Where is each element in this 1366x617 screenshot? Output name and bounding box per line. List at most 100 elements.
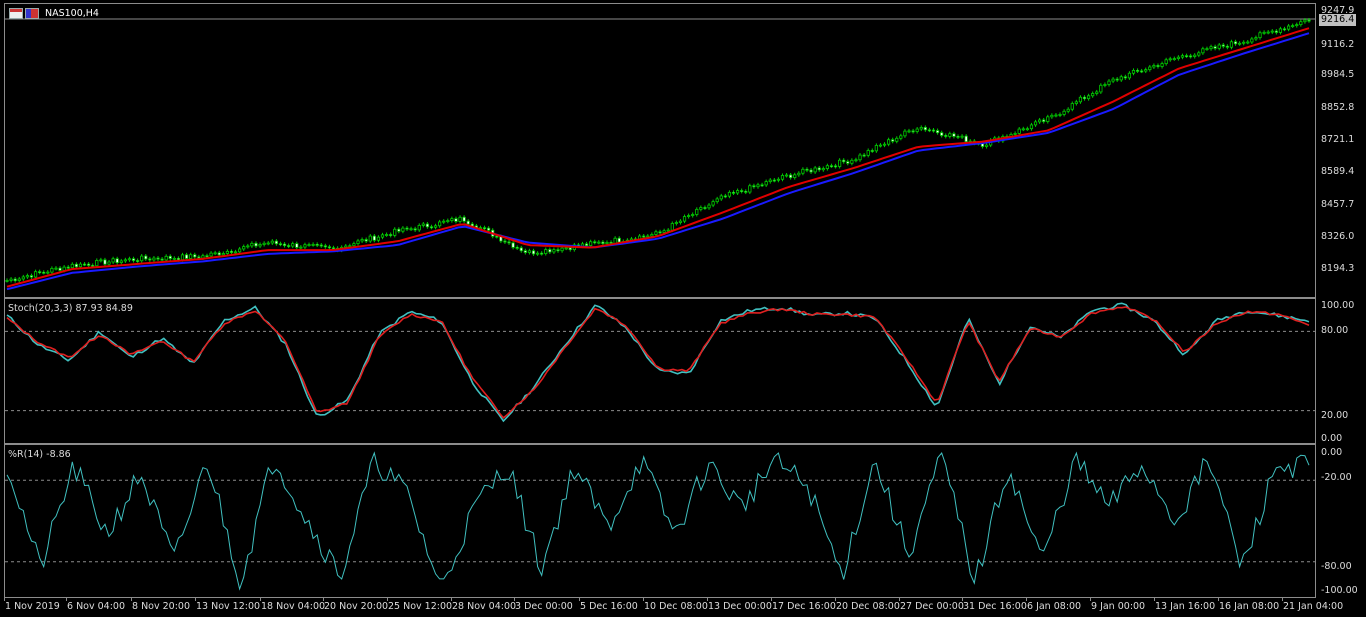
candle-body [1095, 91, 1099, 94]
wr-tick: -20.00 [1321, 472, 1352, 483]
candle-body [882, 143, 887, 146]
candle-body [805, 168, 809, 171]
candle-body [1217, 44, 1221, 49]
candle-body [1070, 103, 1074, 110]
candle-body [846, 161, 850, 164]
candle-body [421, 223, 425, 226]
time-label: 16 Jan 08:00 [1219, 601, 1280, 612]
candle-body [368, 235, 372, 242]
time-label: 31 Dec 16:00 [963, 601, 1027, 612]
time-label: 28 Nov 04:00 [452, 601, 517, 612]
candle-body [389, 234, 393, 236]
main-price-pane[interactable]: NAS100,H4 [4, 3, 1316, 298]
candle-body [935, 130, 940, 134]
candle-body [29, 275, 34, 278]
candle-body [446, 220, 450, 222]
time-label: 25 Nov 12:00 [388, 601, 453, 612]
candle-body [205, 255, 209, 258]
candle-body [160, 258, 164, 261]
candle-body [1074, 101, 1078, 104]
candle-body [348, 245, 352, 248]
chart-window-icons [9, 8, 39, 19]
candle-body [168, 255, 172, 259]
candle-body [891, 139, 895, 142]
stochastic-chart[interactable] [5, 299, 1315, 443]
candle-body [731, 191, 736, 194]
candle-body [258, 244, 262, 247]
candle-body [425, 223, 429, 228]
candle-body [866, 150, 870, 156]
candle-body [360, 239, 364, 242]
candle-body [874, 145, 878, 152]
candle-body [1042, 119, 1046, 122]
price-scale[interactable]: 9247.9 9216.4 9116.2 8984.5 8852.8 8721.… [1317, 3, 1366, 298]
candle-body [1274, 30, 1278, 33]
time-label: 20 Dec 08:00 [836, 601, 900, 612]
candle-body [33, 271, 38, 278]
candle-body [1295, 24, 1299, 27]
candle-body [768, 179, 772, 182]
candle-body [735, 190, 740, 194]
candle-body [878, 144, 883, 147]
candle-body [695, 208, 699, 215]
candle-body [433, 225, 438, 228]
candle-body [1115, 78, 1119, 81]
candle-body [164, 255, 168, 261]
price-tick: 8457.7 [1321, 199, 1355, 210]
candle-body [907, 130, 911, 133]
williams-r-chart[interactable] [5, 445, 1315, 597]
candle-body [646, 235, 650, 238]
candle-body [842, 159, 846, 163]
candle-body [1160, 63, 1164, 67]
williams-r-scale[interactable]: 0.00 -20.00 -80.00 -100.00 [1317, 444, 1366, 598]
candle-body [1038, 119, 1042, 123]
price-chart[interactable] [5, 4, 1315, 297]
candle-body [850, 159, 854, 164]
candle-body [78, 263, 83, 268]
candle-body [858, 154, 862, 161]
time-axis[interactable]: 1 Nov 2019 6 Nov 04:00 8 Nov 20:00 13 Nov 1… [0, 598, 1366, 617]
candle-body [82, 263, 87, 266]
candle-body [931, 129, 936, 132]
time-label: 21 Jan 04:00 [1283, 601, 1344, 612]
candle-body [372, 235, 376, 241]
candle-body [213, 252, 217, 255]
stochastic-pane[interactable]: Stoch(20,3,3) 87.93 84.89 [4, 298, 1316, 444]
candle-body [1021, 128, 1025, 131]
candle-body [1172, 58, 1176, 60]
candle-body [450, 218, 454, 221]
candle-body [1233, 41, 1238, 45]
candle-body [772, 179, 776, 182]
candle-body [515, 246, 519, 249]
candle-body [287, 245, 291, 247]
williams-r-pane[interactable]: %R(14) -8.86 [4, 444, 1316, 598]
candle-body [1266, 31, 1270, 34]
candle-body [1209, 46, 1213, 50]
candle-body [940, 132, 944, 136]
candle-body [176, 257, 181, 261]
candle-body [152, 257, 156, 261]
candle-body [854, 159, 858, 162]
stochastic-scale[interactable]: 100.00 80.00 20.00 0.00 [1317, 298, 1366, 444]
candle-body [221, 253, 225, 256]
candle-body [327, 246, 332, 249]
candle-body [654, 231, 658, 235]
candle-body [1152, 65, 1156, 68]
candle-body [1282, 28, 1287, 31]
candle-body [1299, 21, 1303, 26]
candle-body [1250, 38, 1254, 43]
candle-body [511, 242, 515, 248]
candle-body [740, 190, 744, 192]
candle-body [189, 254, 193, 259]
candle-body [1286, 25, 1291, 30]
candle-body [813, 167, 817, 173]
candle-body [384, 234, 389, 236]
candle-body [62, 266, 66, 271]
candle-body [744, 190, 748, 193]
price-tick: 8852.8 [1321, 102, 1355, 113]
candle-body [17, 278, 21, 282]
candle-body [507, 241, 511, 244]
stoch-signal-line [6, 306, 1310, 420]
candle-body [523, 250, 527, 253]
candle-body [376, 236, 381, 241]
